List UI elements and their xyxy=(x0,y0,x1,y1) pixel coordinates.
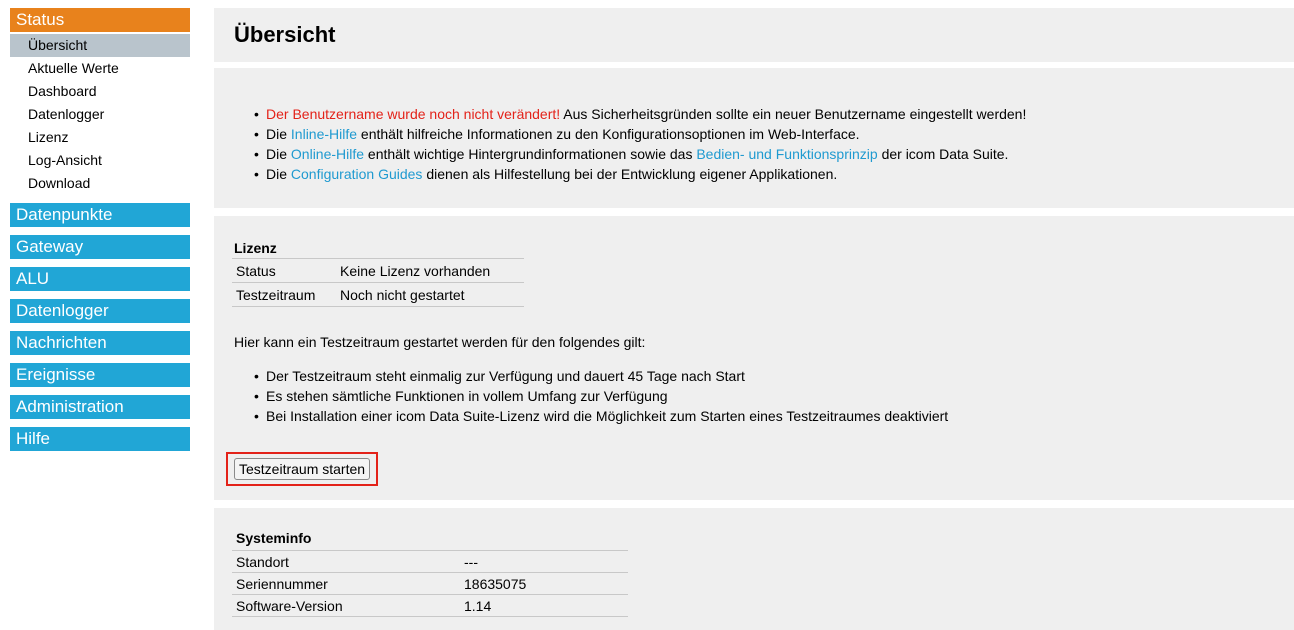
license-panel: Lizenz Status Keine Lizenz vorhanden Tes… xyxy=(214,216,1294,500)
info-item-configuration-guides: Die Configuration Guides dienen als Hilf… xyxy=(254,164,1026,184)
info-text: dienen als Hilfestellung bei der Entwick… xyxy=(422,166,838,182)
info-list: Der Benutzername wurde noch nicht veränd… xyxy=(254,104,1026,184)
online-help-link[interactable]: Online-Hilfe xyxy=(291,146,364,162)
sidebar: Status Übersicht Aktuelle Werte Dashboar… xyxy=(10,8,190,459)
table-row: Status Keine Lizenz vorhanden xyxy=(232,258,524,283)
nav-section-gateway[interactable]: Gateway xyxy=(10,235,190,259)
sidebar-item-log-ansicht[interactable]: Log-Ansicht xyxy=(10,149,190,172)
sidebar-item-lizenz[interactable]: Lizenz xyxy=(10,126,190,149)
systeminfo-panel: Systeminfo Standort --- Seriennummer 186… xyxy=(214,508,1294,630)
info-item-username-warning: Der Benutzername wurde noch nicht veränd… xyxy=(254,104,1026,124)
status-subnav: Übersicht Aktuelle Werte Dashboard Daten… xyxy=(10,32,190,197)
list-item: Bei Installation einer icom Data Suite-L… xyxy=(254,406,948,426)
trial-intro-text: Hier kann ein Testzeitraum gestartet wer… xyxy=(234,334,646,350)
nav-section-ereignisse[interactable]: Ereignisse xyxy=(10,363,190,387)
table-row: Seriennummer 18635075 xyxy=(232,572,628,595)
nav-section-status[interactable]: Status xyxy=(10,8,190,32)
systeminfo-value: --- xyxy=(460,550,628,573)
sidebar-item-uebersicht[interactable]: Übersicht xyxy=(10,34,190,57)
inline-help-link[interactable]: Inline-Hilfe xyxy=(291,126,357,142)
info-text: Aus Sicherheitsgründen sollte ein neuer … xyxy=(560,106,1027,122)
systeminfo-key: Seriennummer xyxy=(232,572,460,595)
main-content: Übersicht Der Benutzername wurde noch ni… xyxy=(214,8,1294,630)
systeminfo-value: 18635075 xyxy=(460,572,628,595)
nav-section-alu[interactable]: ALU xyxy=(10,267,190,291)
list-item: Es stehen sämtliche Funktionen in vollem… xyxy=(254,386,948,406)
trial-conditions-list: Der Testzeitraum steht einmalig zur Verf… xyxy=(254,366,948,426)
info-text: der icom Data Suite. xyxy=(877,146,1009,162)
start-trial-button[interactable]: Testzeitraum starten xyxy=(234,458,371,480)
operating-principle-link[interactable]: Bedien- und Funktionsprinzip xyxy=(696,146,877,162)
sidebar-item-download[interactable]: Download xyxy=(10,172,190,195)
license-table: Status Keine Lizenz vorhanden Testzeitra… xyxy=(232,258,524,307)
sidebar-item-datenlogger[interactable]: Datenlogger xyxy=(10,103,190,126)
nav-section-datenlogger[interactable]: Datenlogger xyxy=(10,299,190,323)
nav-section-hilfe[interactable]: Hilfe xyxy=(10,427,190,451)
table-row: Testzeitraum Noch nicht gestartet xyxy=(232,282,524,307)
info-text: enthält wichtige Hintergrundinformatione… xyxy=(364,146,697,162)
license-key: Status xyxy=(232,258,336,283)
nav-section-administration[interactable]: Administration xyxy=(10,395,190,419)
info-text: Die xyxy=(266,146,291,162)
nav-section-nachrichten[interactable]: Nachrichten xyxy=(10,331,190,355)
configuration-guides-link[interactable]: Configuration Guides xyxy=(291,166,423,182)
nav-section-datenpunkte[interactable]: Datenpunkte xyxy=(10,203,190,227)
license-value: Keine Lizenz vorhanden xyxy=(336,258,524,283)
table-row: Standort --- xyxy=(232,550,628,573)
systeminfo-key: Software-Version xyxy=(232,594,460,617)
highlight-frame: Testzeitraum starten xyxy=(226,452,379,486)
info-text: enthält hilfreiche Informationen zu den … xyxy=(357,126,860,142)
info-text: Die xyxy=(266,126,291,142)
license-key: Testzeitraum xyxy=(232,282,336,307)
list-item: Der Testzeitraum steht einmalig zur Verf… xyxy=(254,366,948,386)
page-title: Übersicht xyxy=(234,22,336,47)
systeminfo-table: Standort --- Seriennummer 18635075 Softw… xyxy=(232,550,628,617)
systeminfo-key: Standort xyxy=(232,550,460,573)
systeminfo-title: Systeminfo xyxy=(236,530,312,546)
sidebar-item-aktuelle-werte[interactable]: Aktuelle Werte xyxy=(10,57,190,80)
license-title: Lizenz xyxy=(234,240,277,256)
info-text: Die xyxy=(266,166,291,182)
info-item-online-help: Die Online-Hilfe enthält wichtige Hinter… xyxy=(254,144,1026,164)
info-panel: Der Benutzername wurde noch nicht veränd… xyxy=(214,68,1294,208)
table-row: Software-Version 1.14 xyxy=(232,594,628,617)
sidebar-item-dashboard[interactable]: Dashboard xyxy=(10,80,190,103)
systeminfo-value: 1.14 xyxy=(460,594,628,617)
username-warning: Der Benutzername wurde noch nicht veränd… xyxy=(266,106,561,122)
info-item-inline-help: Die Inline-Hilfe enthält hilfreiche Info… xyxy=(254,124,1026,144)
license-value: Noch nicht gestartet xyxy=(336,282,524,307)
title-panel: Übersicht xyxy=(214,8,1294,62)
